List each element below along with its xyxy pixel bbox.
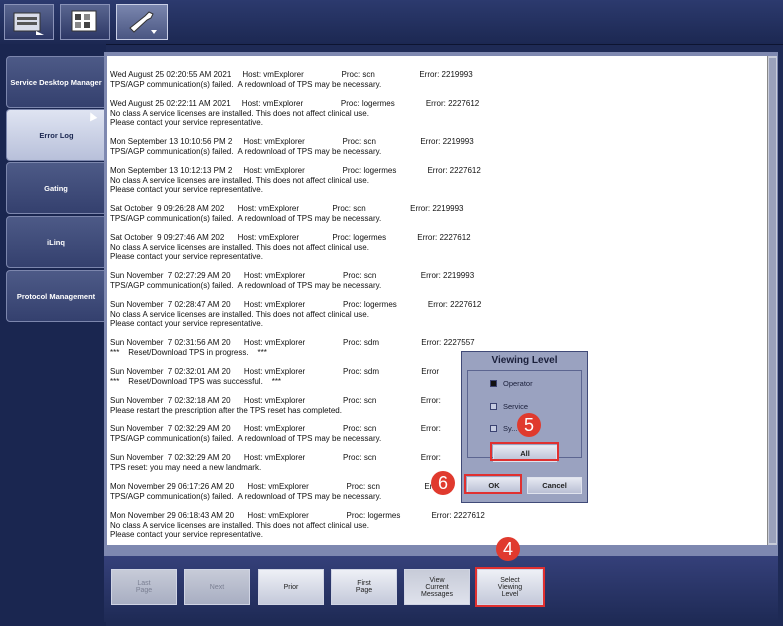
log-entry: Sun November 7 02:32:29 AM 20 Host: vmEx… [110, 424, 441, 443]
log-entry: Sun November 7 02:28:47 AM 20 Host: vmEx… [110, 300, 482, 328]
log-entry: Mon September 13 10:10:56 PM 2 Host: vmE… [110, 137, 474, 156]
checkbox-checked-icon[interactable] [490, 380, 497, 387]
log-entry: Sun November 7 02:31:56 AM 20 Host: vmEx… [110, 338, 475, 357]
dialog-title: Viewing Level [491, 355, 558, 366]
sidebar-item-label: Error Log [39, 130, 74, 140]
log-entry: Sun November 7 02:32:29 AM 20 Host: vmEx… [110, 453, 441, 472]
log-entry: Mon November 29 06:17:26 AM 20 Host: vmE… [110, 482, 445, 501]
sidebar-item-label: iLinq [47, 237, 65, 247]
sidebar-item-label: Gating [44, 183, 68, 193]
option-label: Service [503, 402, 529, 411]
log-entry: Sat October 9 09:26:28 AM 202 Host: vmEx… [110, 204, 464, 223]
checkbox-icon[interactable] [490, 403, 497, 410]
image-grid-icon [71, 10, 97, 32]
step-marker-4: 4 [496, 537, 520, 561]
highlight-ok-button [464, 474, 522, 494]
first-page-button[interactable]: First Page [331, 569, 397, 605]
log-entry: Sat October 9 09:27:46 AM 202 Host: vmEx… [110, 233, 471, 261]
sidebar-item-label: Service Desktop Manager [10, 77, 102, 87]
highlight-all-button [490, 442, 559, 461]
service-option[interactable]: Service [490, 402, 528, 411]
log-entry: Mon September 13 10:12:13 PM 2 Host: vmE… [110, 166, 481, 194]
scanner-icon [13, 12, 44, 35]
next-button[interactable]: Next [184, 569, 250, 605]
highlight-select-viewing-level [475, 567, 545, 607]
wrench-icon [129, 11, 157, 34]
log-entry: Wed August 25 02:20:55 AM 2021 Host: vmE… [110, 70, 473, 89]
prior-button[interactable]: Prior [258, 569, 324, 605]
top-toolbar [0, 0, 783, 45]
log-entry: Mon November 29 06:18:43 AM 20 Host: vmE… [110, 511, 485, 539]
option-label: Operator [503, 379, 533, 388]
step-marker-5: 5 [517, 413, 541, 437]
view-current-messages-button[interactable]: View Current Messages [404, 569, 470, 605]
scroll-thumb[interactable] [769, 58, 776, 543]
system-option[interactable]: Sy... [490, 424, 517, 433]
option-label: Sy... [503, 424, 518, 433]
image-browser-button[interactable] [60, 4, 110, 40]
log-entry: Sun November 7 02:32:01 AM 20 Host: vmEx… [110, 367, 440, 386]
sidebar-item-label: Protocol Management [16, 291, 96, 301]
sidebar-item-service-desktop-manager[interactable]: Service Desktop Manager [6, 56, 106, 108]
cancel-button[interactable]: Cancel [527, 477, 582, 494]
sidebar-item-gating[interactable]: Gating [6, 162, 106, 214]
service-tools-button[interactable] [116, 4, 168, 40]
scanner-tool-button[interactable] [4, 4, 54, 40]
operator-option[interactable]: Operator [490, 379, 533, 388]
step-marker-6: 6 [431, 471, 455, 495]
log-entry: Wed August 25 02:22:11 AM 2021 Host: vmE… [110, 99, 480, 127]
log-entry: Sun November 7 02:27:29 AM 20 Host: vmEx… [110, 271, 475, 290]
sidebar-item-protocol-management[interactable]: Protocol Management [6, 270, 106, 322]
log-scrollbar[interactable] [767, 56, 777, 545]
log-entry: Sun November 7 02:32:18 AM 20 Host: vmEx… [110, 396, 441, 415]
sidebar-item-ilinq[interactable]: iLinq [6, 216, 106, 268]
checkbox-icon[interactable] [490, 425, 497, 432]
last-page-button[interactable]: Last Page [111, 569, 177, 605]
